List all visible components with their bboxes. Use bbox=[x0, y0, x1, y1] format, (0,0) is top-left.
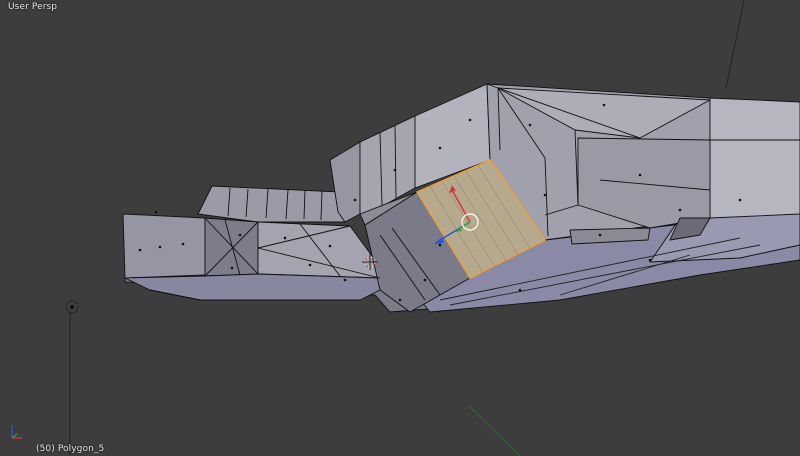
3d-viewport[interactable]: User Persp (50) Polygon_5 bbox=[0, 0, 800, 456]
mesh-object[interactable] bbox=[122, 83, 800, 313]
view-axes-icon bbox=[11, 425, 22, 439]
mesh-face[interactable] bbox=[257, 221, 381, 279]
lamp-direction-line bbox=[725, 0, 745, 89]
mesh-face[interactable] bbox=[122, 213, 206, 279]
view-name-label: User Persp bbox=[8, 2, 58, 12]
mesh-face[interactable] bbox=[709, 97, 800, 219]
object-status-label: (50) Polygon_5 bbox=[36, 444, 105, 454]
mesh-face[interactable] bbox=[197, 185, 346, 223]
lamp-icon[interactable] bbox=[65, 300, 79, 314]
mesh-face[interactable] bbox=[124, 273, 381, 301]
grid-axis-line bbox=[467, 404, 521, 456]
scene-canvas[interactable] bbox=[0, 0, 800, 456]
